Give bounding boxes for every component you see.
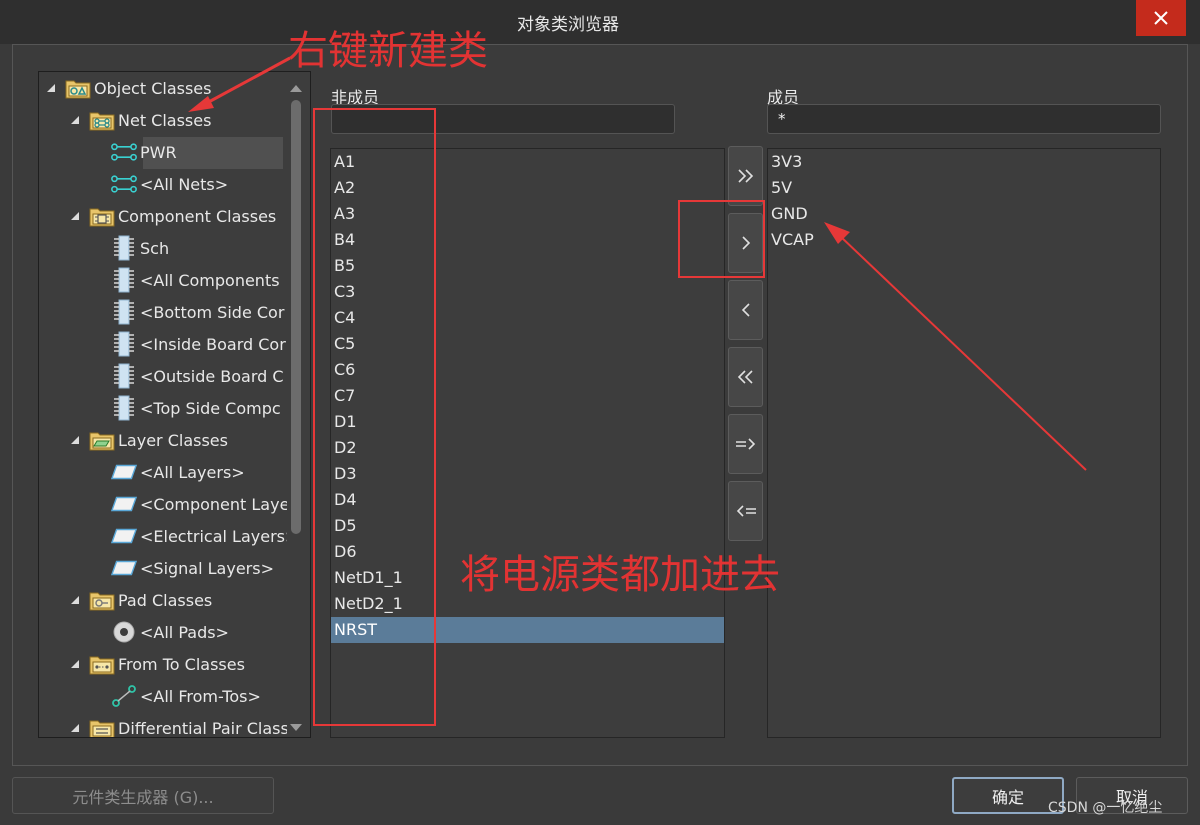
annotation-arrows: [188, 56, 1087, 471]
watermark: CSDN @一忆绝尘: [1048, 800, 1163, 816]
arrow-to-net-classes: [188, 56, 291, 112]
arrow-to-members: [824, 222, 1087, 471]
